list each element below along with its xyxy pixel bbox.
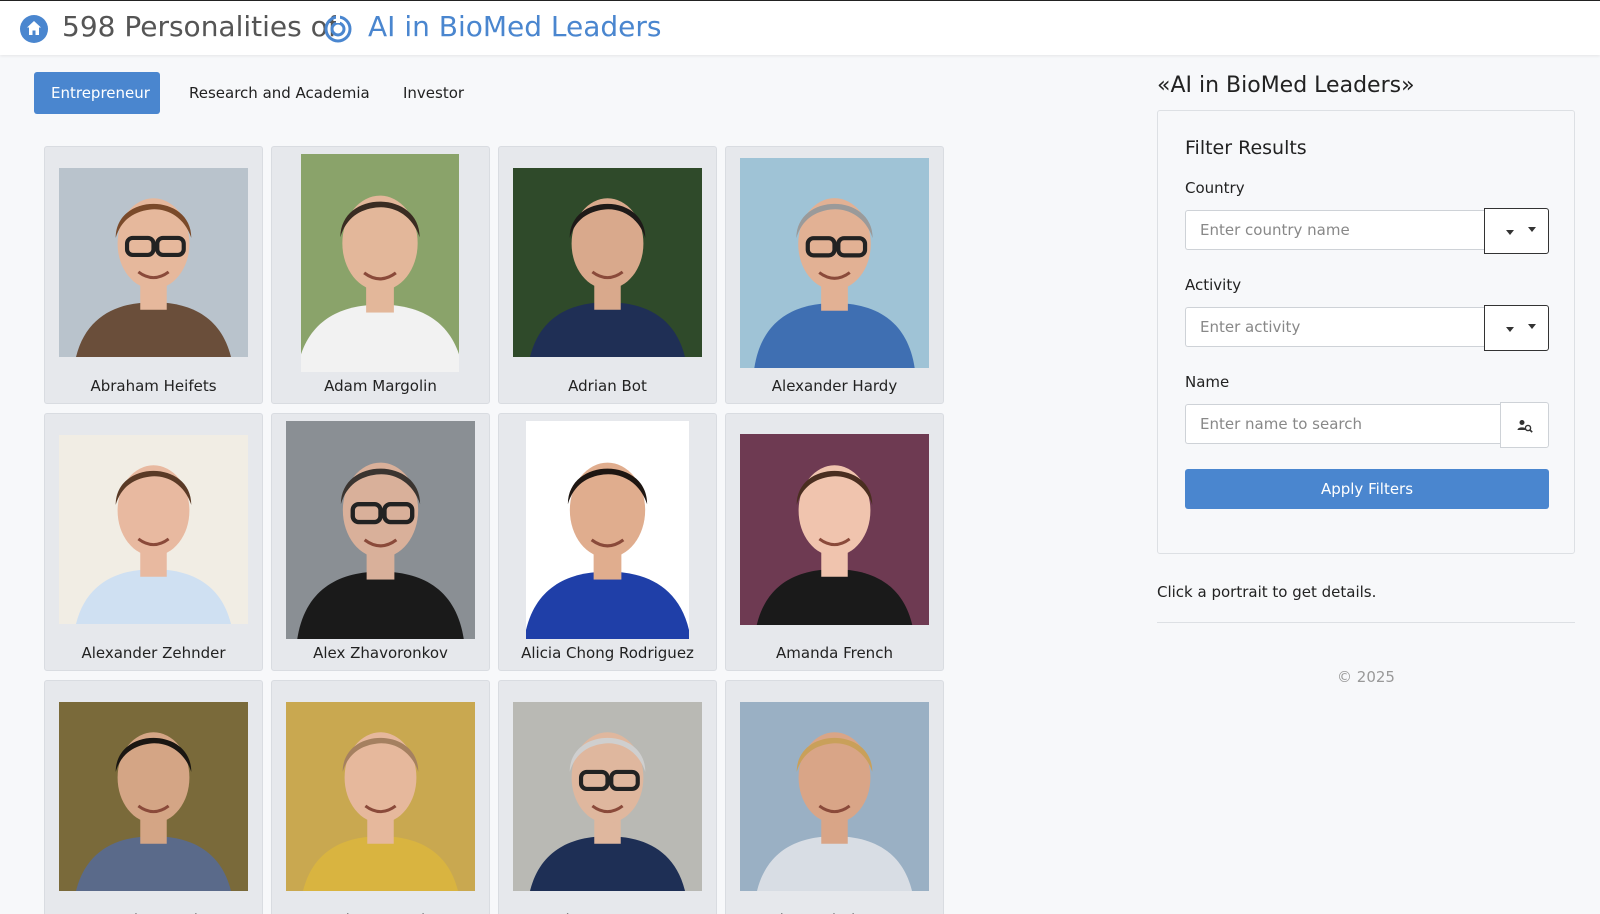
portrait-name: Alexander Zehnder [81,644,226,662]
activity-input[interactable] [1185,307,1485,347]
apply-filters-button[interactable]: Apply Filters [1185,469,1549,509]
portrait-photo[interactable] [740,158,929,368]
portrait-photo[interactable] [286,702,475,891]
portrait-photo[interactable] [59,168,248,357]
copyright-text: © 2025 [1337,668,1395,686]
country-dropdown-button[interactable] [1484,208,1549,254]
portrait-name: Adrian Bot [568,377,647,395]
activity-label: Activity [1185,276,1242,294]
portrait-card[interactable]: Alexander Zehnder [44,413,263,671]
chevron-down-icon [1506,230,1514,235]
portrait-photo[interactable] [526,421,689,639]
filter-heading: Filter Results [1185,137,1307,159]
portrait-name: Alexander Hardy [771,377,898,395]
portrait-card[interactable]: Amanda French [725,413,944,671]
portrait-photo[interactable] [301,154,459,372]
portrait-card[interactable]: Andreas Bender [271,680,490,914]
portrait-card[interactable]: Andreas Mattsson [498,680,717,914]
divider [1157,622,1575,623]
tab-research-and-academia[interactable]: Research and Academia [189,72,370,114]
home-icon[interactable] [20,15,48,43]
portrait-photo[interactable] [513,702,702,891]
portrait-card[interactable]: Adrian Bot [498,146,717,404]
country-input[interactable] [1185,210,1485,250]
caret-down-icon [1528,227,1536,232]
portrait-photo[interactable] [286,421,475,639]
name-search-input[interactable] [1185,404,1501,444]
personalities-count-title: 598 Personalities of [62,10,338,43]
sidebar-title: «AI in BioMed Leaders» [1157,73,1415,98]
portrait-card[interactable]: Adam Margolin [271,146,490,404]
portrait-card[interactable]: Alicia Chong Rodriguez [498,413,717,671]
portrait-name: Alicia Chong Rodriguez [521,644,694,662]
portrait-card[interactable]: Andreas Niethammer [725,680,944,914]
filter-panel: Filter Results Country Activity Name App… [1157,110,1575,554]
portrait-card[interactable]: Alex Zhavoronkov [271,413,490,671]
portrait-name: Abraham Heifets [90,377,217,395]
name-search-button[interactable] [1500,402,1549,448]
tab-investor[interactable]: Investor [403,72,464,114]
portrait-photo[interactable] [59,435,248,624]
portrait-card[interactable]: Amir Haveri [44,680,263,914]
caret-down-icon [1528,324,1536,329]
portrait-card[interactable]: Abraham Heifets [44,146,263,404]
portrait-photo[interactable] [59,702,248,891]
portrait-photo[interactable] [740,434,929,625]
tab-entrepreneur[interactable]: Entrepreneur [34,72,160,114]
portrait-name: Alex Zhavoronkov [313,644,448,662]
activity-dropdown-button[interactable] [1484,305,1549,351]
top-bar: 598 Personalities of AI in BioMed Leader… [0,0,1600,55]
person-search-icon [1517,420,1533,433]
portrait-photo[interactable] [513,168,702,357]
country-label: Country [1185,179,1245,197]
chevron-down-icon [1506,327,1514,332]
collection-title-link[interactable]: AI in BioMed Leaders [368,10,662,43]
portrait-card[interactable]: Alexander Hardy [725,146,944,404]
portrait-hint-text: Click a portrait to get details. [1157,583,1377,601]
name-label: Name [1185,373,1230,391]
portrait-photo[interactable] [740,702,929,891]
portrait-name: Amanda French [776,644,893,662]
portrait-name: Adam Margolin [324,377,437,395]
brand-logo-icon [324,15,352,43]
